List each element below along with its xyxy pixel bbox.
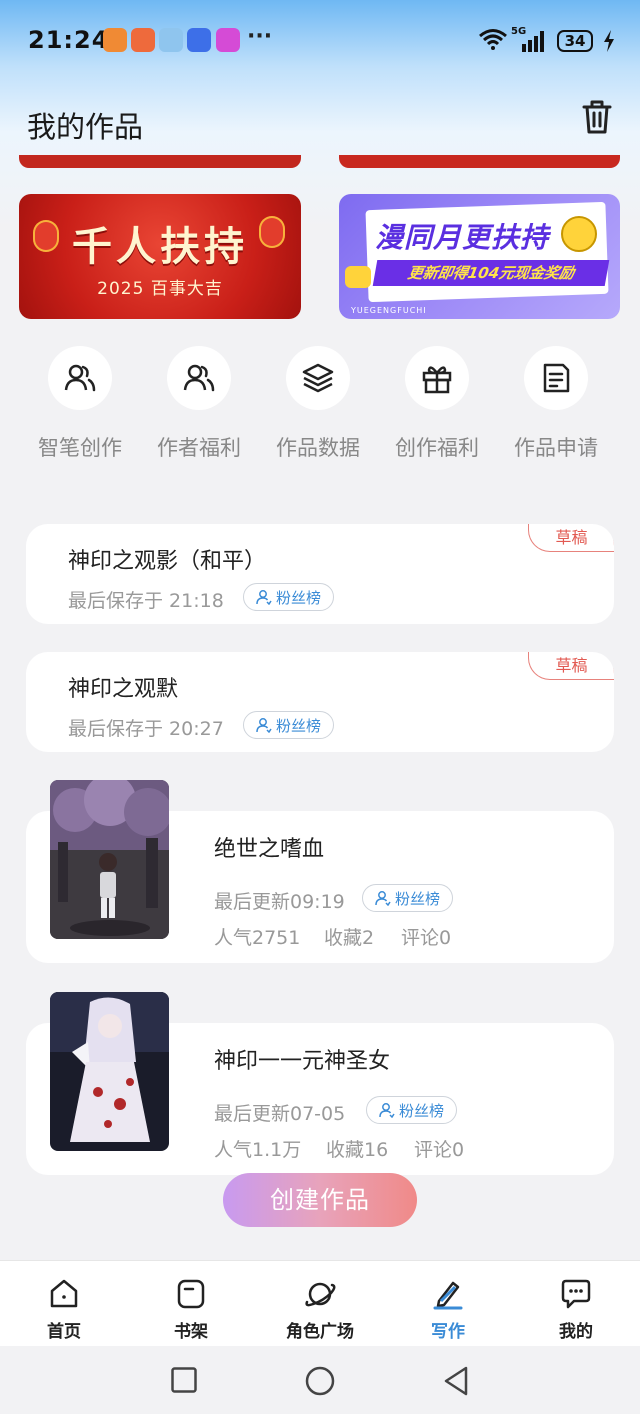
quick-action-label: 作品申请 xyxy=(514,436,598,460)
last-updated: 最后更新09:19 xyxy=(214,891,345,913)
user-icon xyxy=(375,891,391,906)
back-button[interactable] xyxy=(443,1366,469,1396)
quick-action-label: 智笔创作 xyxy=(38,436,122,460)
banner-peek xyxy=(19,155,301,168)
last-updated: 最后更新07-05 xyxy=(214,1103,346,1125)
banner-title: 漫同月更扶持 xyxy=(375,221,550,254)
fan-ranking-label: 粉丝榜 xyxy=(276,716,322,735)
charging-icon xyxy=(604,30,614,52)
nav-label: 书架 xyxy=(174,1322,208,1342)
banner-support-program[interactable]: 千人扶持 2025 百事大吉 xyxy=(19,194,301,319)
nav-bookshelf[interactable]: 书架 xyxy=(146,1277,236,1342)
pointing-hand-icon xyxy=(345,266,371,288)
banner-monthly-update[interactable]: 漫同月更扶持 更新即得104元现金奖励 YUEGENGFUCHI xyxy=(339,194,620,319)
wifi-icon xyxy=(479,29,507,50)
weather-icon xyxy=(159,28,183,52)
user-icon xyxy=(256,718,272,733)
page-title: 我的作品 xyxy=(27,110,144,144)
banner-subtitle: 更新即得104元现金奖励 xyxy=(372,260,610,286)
work-title: 神印一一元神圣女 xyxy=(214,1049,391,1074)
recent-apps-button[interactable] xyxy=(171,1367,197,1393)
app-notification-icon xyxy=(103,28,127,52)
banner-small-text: YUEGENGFUCHI xyxy=(351,306,427,315)
work-cover-image[interactable] xyxy=(50,992,169,1151)
fan-ranking-label: 粉丝榜 xyxy=(276,588,322,607)
layers-icon xyxy=(286,346,350,410)
bookshelf-icon xyxy=(177,1279,205,1309)
banner-subtitle: 2025 百事大吉 xyxy=(97,279,223,299)
nav-label: 我的 xyxy=(559,1322,593,1342)
status-time: 21:24 xyxy=(28,26,110,54)
planet-icon xyxy=(305,1282,336,1307)
work-title: 绝世之嗜血 xyxy=(214,837,325,862)
app-notification-icon xyxy=(187,28,211,52)
work-cover-image[interactable] xyxy=(50,780,169,939)
comments: 评论0 xyxy=(401,927,452,949)
quick-action-work-data[interactable]: 作品数据 xyxy=(270,346,366,462)
quick-action-label: 作者福利 xyxy=(157,436,241,460)
draft-badge: 草稿 xyxy=(528,524,614,552)
quick-action-smart-writing[interactable]: 智笔创作 xyxy=(32,346,128,462)
more-notifications-icon: ··· xyxy=(247,24,273,49)
battery-indicator: 34 xyxy=(557,30,593,52)
fan-ranking-button[interactable]: 粉丝榜 xyxy=(243,583,335,611)
draft-badge: 草稿 xyxy=(528,652,614,680)
nav-mine[interactable]: 我的 xyxy=(531,1277,621,1342)
quick-action-author-benefits[interactable]: 作者福利 xyxy=(151,346,247,462)
gift-icon xyxy=(405,346,469,410)
user-icon xyxy=(379,1103,395,1118)
favorites: 收藏16 xyxy=(326,1139,389,1161)
people-icon xyxy=(48,346,112,410)
bottom-navigation: 首页 书架 角色广场 写作 我的 xyxy=(0,1260,640,1347)
nav-label: 首页 xyxy=(47,1322,81,1342)
quick-action-work-application[interactable]: 作品申请 xyxy=(508,346,604,462)
fan-ranking-label: 粉丝榜 xyxy=(395,889,441,908)
popularity: 人气2751 xyxy=(214,927,301,949)
last-saved: 最后保存于 20:27 xyxy=(68,718,224,740)
quick-action-label: 作品数据 xyxy=(276,436,360,460)
system-navigation-bar xyxy=(0,1346,640,1414)
nav-home[interactable]: 首页 xyxy=(19,1277,109,1342)
pen-icon xyxy=(433,1281,463,1310)
banner-peek xyxy=(339,155,620,168)
fan-ranking-label: 粉丝榜 xyxy=(399,1101,445,1120)
nav-writing[interactable]: 写作 xyxy=(403,1277,493,1342)
popularity: 人气1.1万 xyxy=(214,1139,302,1161)
home-icon xyxy=(50,1279,78,1308)
app-notification-icon xyxy=(131,28,155,52)
nav-character-plaza[interactable]: 角色广场 xyxy=(275,1277,365,1342)
signal-icon xyxy=(522,31,544,52)
fan-ranking-button[interactable]: 粉丝榜 xyxy=(366,1096,458,1124)
status-bar: 21:24 ··· 5G 34 xyxy=(0,0,640,82)
nav-label: 写作 xyxy=(431,1322,465,1342)
smiley-icon xyxy=(561,216,597,252)
favorites: 收藏2 xyxy=(324,927,375,949)
quick-action-creation-benefits[interactable]: 创作福利 xyxy=(389,346,485,462)
create-work-button[interactable]: 创建作品 xyxy=(223,1173,417,1227)
draft-card[interactable]: 草稿 神印之观默 最后保存于 20:27 粉丝榜 xyxy=(26,652,614,752)
chat-icon xyxy=(561,1279,591,1309)
quick-action-label: 创作福利 xyxy=(395,436,479,460)
fan-ranking-button[interactable]: 粉丝榜 xyxy=(362,884,454,912)
fan-ranking-button[interactable]: 粉丝榜 xyxy=(243,711,335,739)
document-icon xyxy=(524,346,588,410)
work-title: 神印之观默 xyxy=(68,677,179,702)
nav-label: 角色广场 xyxy=(286,1322,354,1342)
user-icon xyxy=(256,590,272,605)
work-title: 神印之观影（和平） xyxy=(68,549,267,574)
draft-card[interactable]: 草稿 神印之观影（和平） 最后保存于 21:18 粉丝榜 xyxy=(26,524,614,624)
video-app-icon xyxy=(216,28,240,52)
home-button[interactable] xyxy=(305,1366,335,1396)
comments: 评论0 xyxy=(414,1139,465,1161)
trash-icon[interactable] xyxy=(580,98,614,136)
people-icon xyxy=(167,346,231,410)
last-saved: 最后保存于 21:18 xyxy=(68,590,224,612)
banner-title: 千人扶持 xyxy=(72,224,248,270)
